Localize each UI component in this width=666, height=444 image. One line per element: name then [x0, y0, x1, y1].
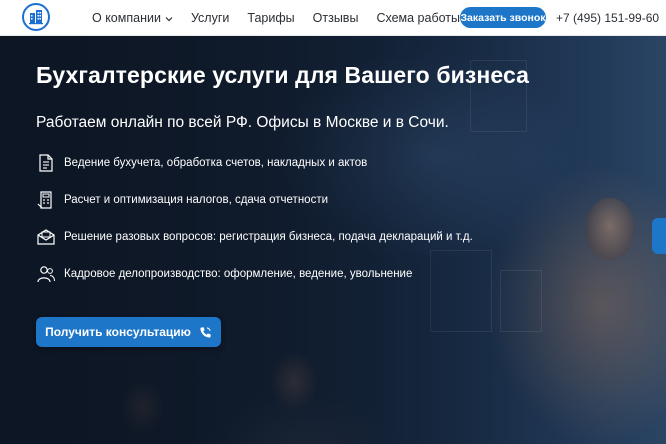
nav-item-label: Услуги: [190, 11, 230, 25]
feature-text: Кадровое делопроизводство: оформление, в…: [64, 268, 413, 280]
nav-item-tariffs[interactable]: Тарифы: [247, 11, 294, 25]
nav-item-reviews[interactable]: Отзывы: [313, 11, 359, 25]
feature-text: Расчет и оптимизация налогов, сдача отче…: [64, 194, 329, 206]
feature-item: Ведение бухучета, обработка счетов, накл…: [36, 153, 367, 173]
people-icon: [36, 264, 56, 284]
company-logo[interactable]: [22, 3, 50, 31]
feature-item: Кадровое делопроизводство: оформление, в…: [36, 264, 412, 284]
document-list-icon: [36, 153, 56, 173]
nav-item-label: Тарифы: [247, 11, 295, 25]
feature-text: Ведение бухучета, обработка счетов, накл…: [64, 157, 368, 169]
chevron-down-icon: [165, 11, 173, 25]
building-logo-icon: [29, 10, 43, 25]
feature-item: Решение разовых вопросов: регистрация би…: [36, 227, 473, 247]
cta-label: Получить консультацию: [45, 325, 191, 339]
side-widget-tab[interactable]: [652, 218, 666, 254]
feature-item: Расчет и оптимизация налогов, сдача отче…: [36, 190, 328, 210]
request-call-button[interactable]: Заказать звонок: [460, 7, 546, 28]
envelope-document-icon: [36, 227, 56, 247]
hero-subtitle: Работаем онлайн по всей РФ. Офисы в Моск…: [36, 114, 449, 131]
calculator-document-icon: [36, 190, 56, 210]
nav-item-label: Отзывы: [312, 11, 359, 25]
nav-item-services[interactable]: Услуги: [191, 11, 229, 25]
nav-item-workflow[interactable]: Схема работы: [376, 11, 460, 25]
phone-link[interactable]: +7 (495) 151-99-60: [556, 11, 659, 25]
feature-text: Решение разовых вопросов: регистрация би…: [64, 231, 473, 243]
phone-icon: [199, 326, 212, 339]
get-consultation-button[interactable]: Получить консультацию: [36, 317, 221, 347]
site-header: О компании Услуги Тарифы Отзывы Схема ра…: [0, 0, 666, 36]
nav-item-label: Схема работы: [376, 11, 460, 25]
main-nav: О компании Услуги Тарифы Отзывы Схема ра…: [92, 0, 478, 36]
hero-title: Бухгалтерские услуги для Вашего бизнеса: [36, 62, 530, 88]
nav-item-label: О компании: [92, 11, 161, 25]
nav-item-about[interactable]: О компании: [92, 11, 173, 25]
